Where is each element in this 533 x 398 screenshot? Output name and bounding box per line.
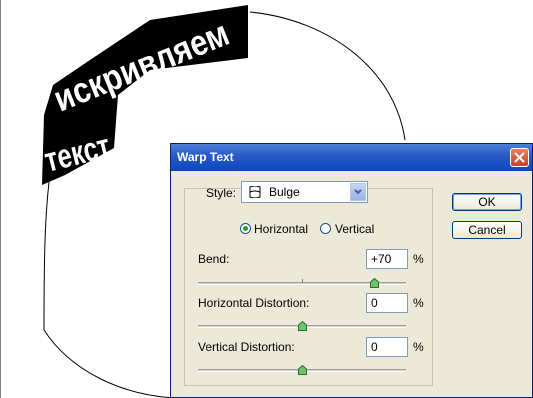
vertical-distortion-percent: % — [413, 340, 424, 354]
dialog-titlebar[interactable]: Warp Text — [171, 144, 532, 171]
ok-button[interactable]: OK — [452, 193, 522, 211]
vertical-radio-label[interactable]: Vertical — [335, 222, 374, 236]
bend-slider-thumb[interactable] — [370, 278, 380, 288]
vertical-distortion-slider-thumb[interactable] — [298, 365, 307, 375]
horizontal-radio[interactable] — [240, 223, 251, 234]
horizontal-distortion-slider-thumb[interactable] — [298, 321, 307, 331]
horizontal-distortion-input[interactable]: 0 — [366, 293, 408, 313]
radio-selected-dot — [243, 226, 248, 231]
horizontal-distortion-percent: % — [413, 296, 424, 310]
vertical-distortion-label: Vertical Distortion: — [198, 340, 295, 354]
vertical-radio[interactable] — [320, 223, 331, 234]
close-icon — [514, 152, 525, 163]
bend-slider-center-tick — [302, 279, 303, 283]
style-select-value: Bulge — [269, 185, 300, 199]
horizontal-radio-label[interactable]: Horizontal — [254, 222, 308, 236]
bend-label: Bend: — [198, 252, 230, 266]
close-button[interactable] — [510, 148, 529, 167]
cancel-button[interactable]: Cancel — [452, 221, 522, 239]
vertical-distortion-input[interactable]: 0 — [366, 337, 408, 357]
style-label: Style: — [206, 186, 237, 200]
dialog-title: Warp Text — [177, 150, 234, 164]
chevron-down-icon — [354, 189, 362, 195]
horizontal-distortion-label: Horizontal Distortion: — [198, 296, 310, 310]
bend-percent: % — [413, 252, 424, 266]
style-dropdown-arrow[interactable] — [350, 183, 366, 201]
bulge-style-icon — [249, 186, 261, 198]
style-select[interactable]: Bulge — [241, 181, 368, 203]
bend-input[interactable]: +70 — [366, 249, 408, 269]
warp-text-dialog: Warp Text Style: Bulge Horizontal Vertic… — [170, 143, 533, 398]
